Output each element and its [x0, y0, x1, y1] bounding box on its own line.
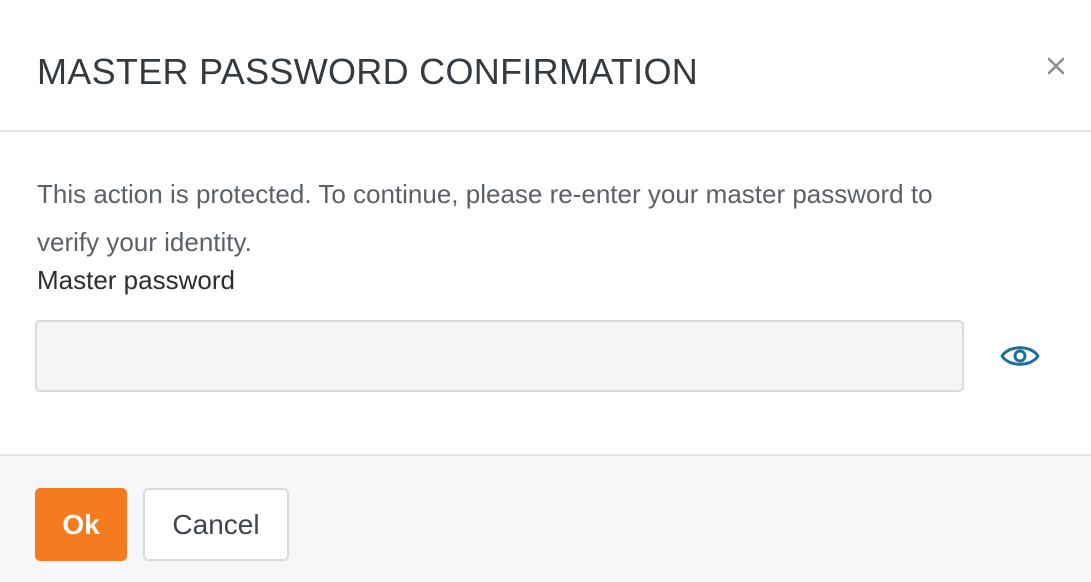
- ok-button[interactable]: Ok: [35, 488, 127, 561]
- close-icon: [1047, 57, 1065, 75]
- close-button[interactable]: [1040, 50, 1072, 82]
- dialog-title: MASTER PASSWORD CONFIRMATION: [37, 51, 699, 92]
- dialog-body: This action is protected. To continue, p…: [0, 132, 1091, 454]
- show-password-toggle[interactable]: [996, 337, 1044, 375]
- eye-icon: [1000, 346, 1040, 366]
- cancel-button[interactable]: Cancel: [143, 488, 289, 561]
- master-password-dialog: MASTER PASSWORD CONFIRMATION This action…: [0, 0, 1091, 582]
- dialog-header: MASTER PASSWORD CONFIRMATION: [0, 0, 1091, 132]
- dialog-footer: Ok Cancel: [0, 454, 1091, 582]
- dialog-description: This action is protected. To continue, p…: [37, 179, 933, 257]
- master-password-input[interactable]: [35, 320, 964, 392]
- master-password-label: Master password: [37, 265, 235, 295]
